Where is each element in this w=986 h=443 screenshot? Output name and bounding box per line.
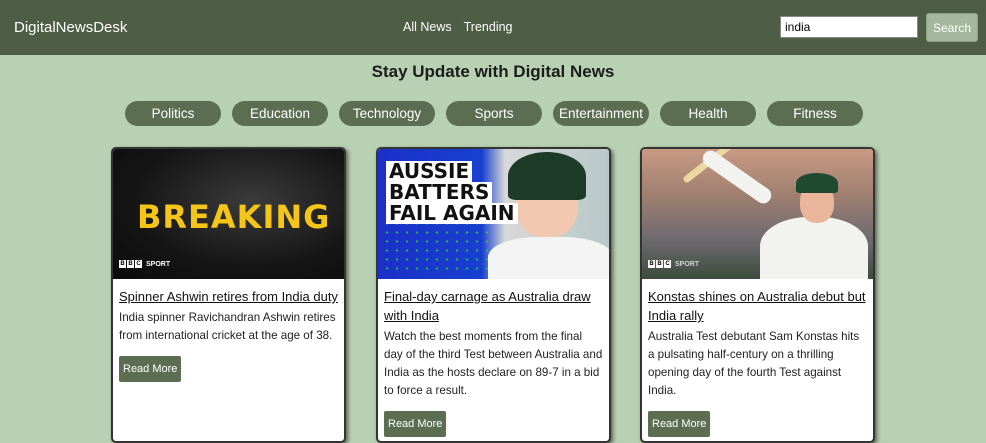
player-figure <box>760 217 868 279</box>
search-input[interactable] <box>780 16 918 38</box>
news-card-image[interactable]: BBC SPORT <box>642 149 873 279</box>
category-technology[interactable]: Technology <box>339 101 435 126</box>
read-more-button[interactable]: Read More <box>119 356 182 382</box>
news-card: BBC SPORT Konstas shines on Australia de… <box>640 147 875 443</box>
navbar: DigitalNewsDesk All News Trending Search <box>0 0 986 55</box>
bbc-sport-logo: BBC SPORT <box>648 260 700 268</box>
news-card-title[interactable]: Spinner Ashwin retires from India duty <box>119 287 338 306</box>
nav-link-trending[interactable]: Trending <box>464 20 513 34</box>
read-more-button[interactable]: Read More <box>648 411 711 437</box>
pattern-decoration <box>382 219 492 274</box>
news-card-body: Spinner Ashwin retires from India duty I… <box>113 279 344 390</box>
news-card-description: Watch the best moments from the final da… <box>384 330 603 397</box>
category-fitness[interactable]: Fitness <box>767 101 863 126</box>
news-card-body: Konstas shines on Australia debut but In… <box>642 279 873 441</box>
category-health[interactable]: Health <box>660 101 756 126</box>
brand-logo[interactable]: DigitalNewsDesk <box>14 19 127 36</box>
bbc-sport-logo: BBC SPORT <box>119 260 171 268</box>
search-button[interactable]: Search <box>926 13 978 42</box>
category-politics[interactable]: Politics <box>125 101 221 126</box>
player-helmet <box>508 152 586 200</box>
category-bar: Politics Education Technology Sports Ent… <box>125 101 863 126</box>
nav-links: All News Trending <box>403 20 513 34</box>
news-card-image[interactable]: AUSSIE BATTERS FAIL AGAIN <box>378 149 609 279</box>
breaking-banner-text: BREAKING <box>137 198 331 236</box>
player-cap <box>796 173 838 193</box>
news-card: BREAKING BBC SPORT Spinner Ashwin retire… <box>111 147 346 443</box>
read-more-button[interactable]: Read More <box>384 411 447 437</box>
news-card-description: India spinner Ravichandran Ashwin retire… <box>119 311 336 342</box>
news-card-image[interactable]: BREAKING BBC SPORT <box>113 149 344 279</box>
news-card-title[interactable]: Konstas shines on Australia debut but In… <box>648 287 867 325</box>
player-figure <box>488 237 609 279</box>
news-card-body: Final-day carnage as Australia draw with… <box>378 279 609 441</box>
player-arm <box>699 149 775 207</box>
category-education[interactable]: Education <box>232 101 328 126</box>
news-card-description: Australia Test debutant Sam Konstas hits… <box>648 330 860 397</box>
news-card: AUSSIE BATTERS FAIL AGAIN Final-day carn… <box>376 147 611 443</box>
news-card-title[interactable]: Final-day carnage as Australia draw with… <box>384 287 603 325</box>
page-headline: Stay Update with Digital News <box>371 62 615 81</box>
category-entertainment[interactable]: Entertainment <box>553 101 649 126</box>
nav-link-all-news[interactable]: All News <box>403 20 452 34</box>
image-headline-text: AUSSIE BATTERS FAIL AGAIN <box>386 161 518 224</box>
category-sports[interactable]: Sports <box>446 101 542 126</box>
